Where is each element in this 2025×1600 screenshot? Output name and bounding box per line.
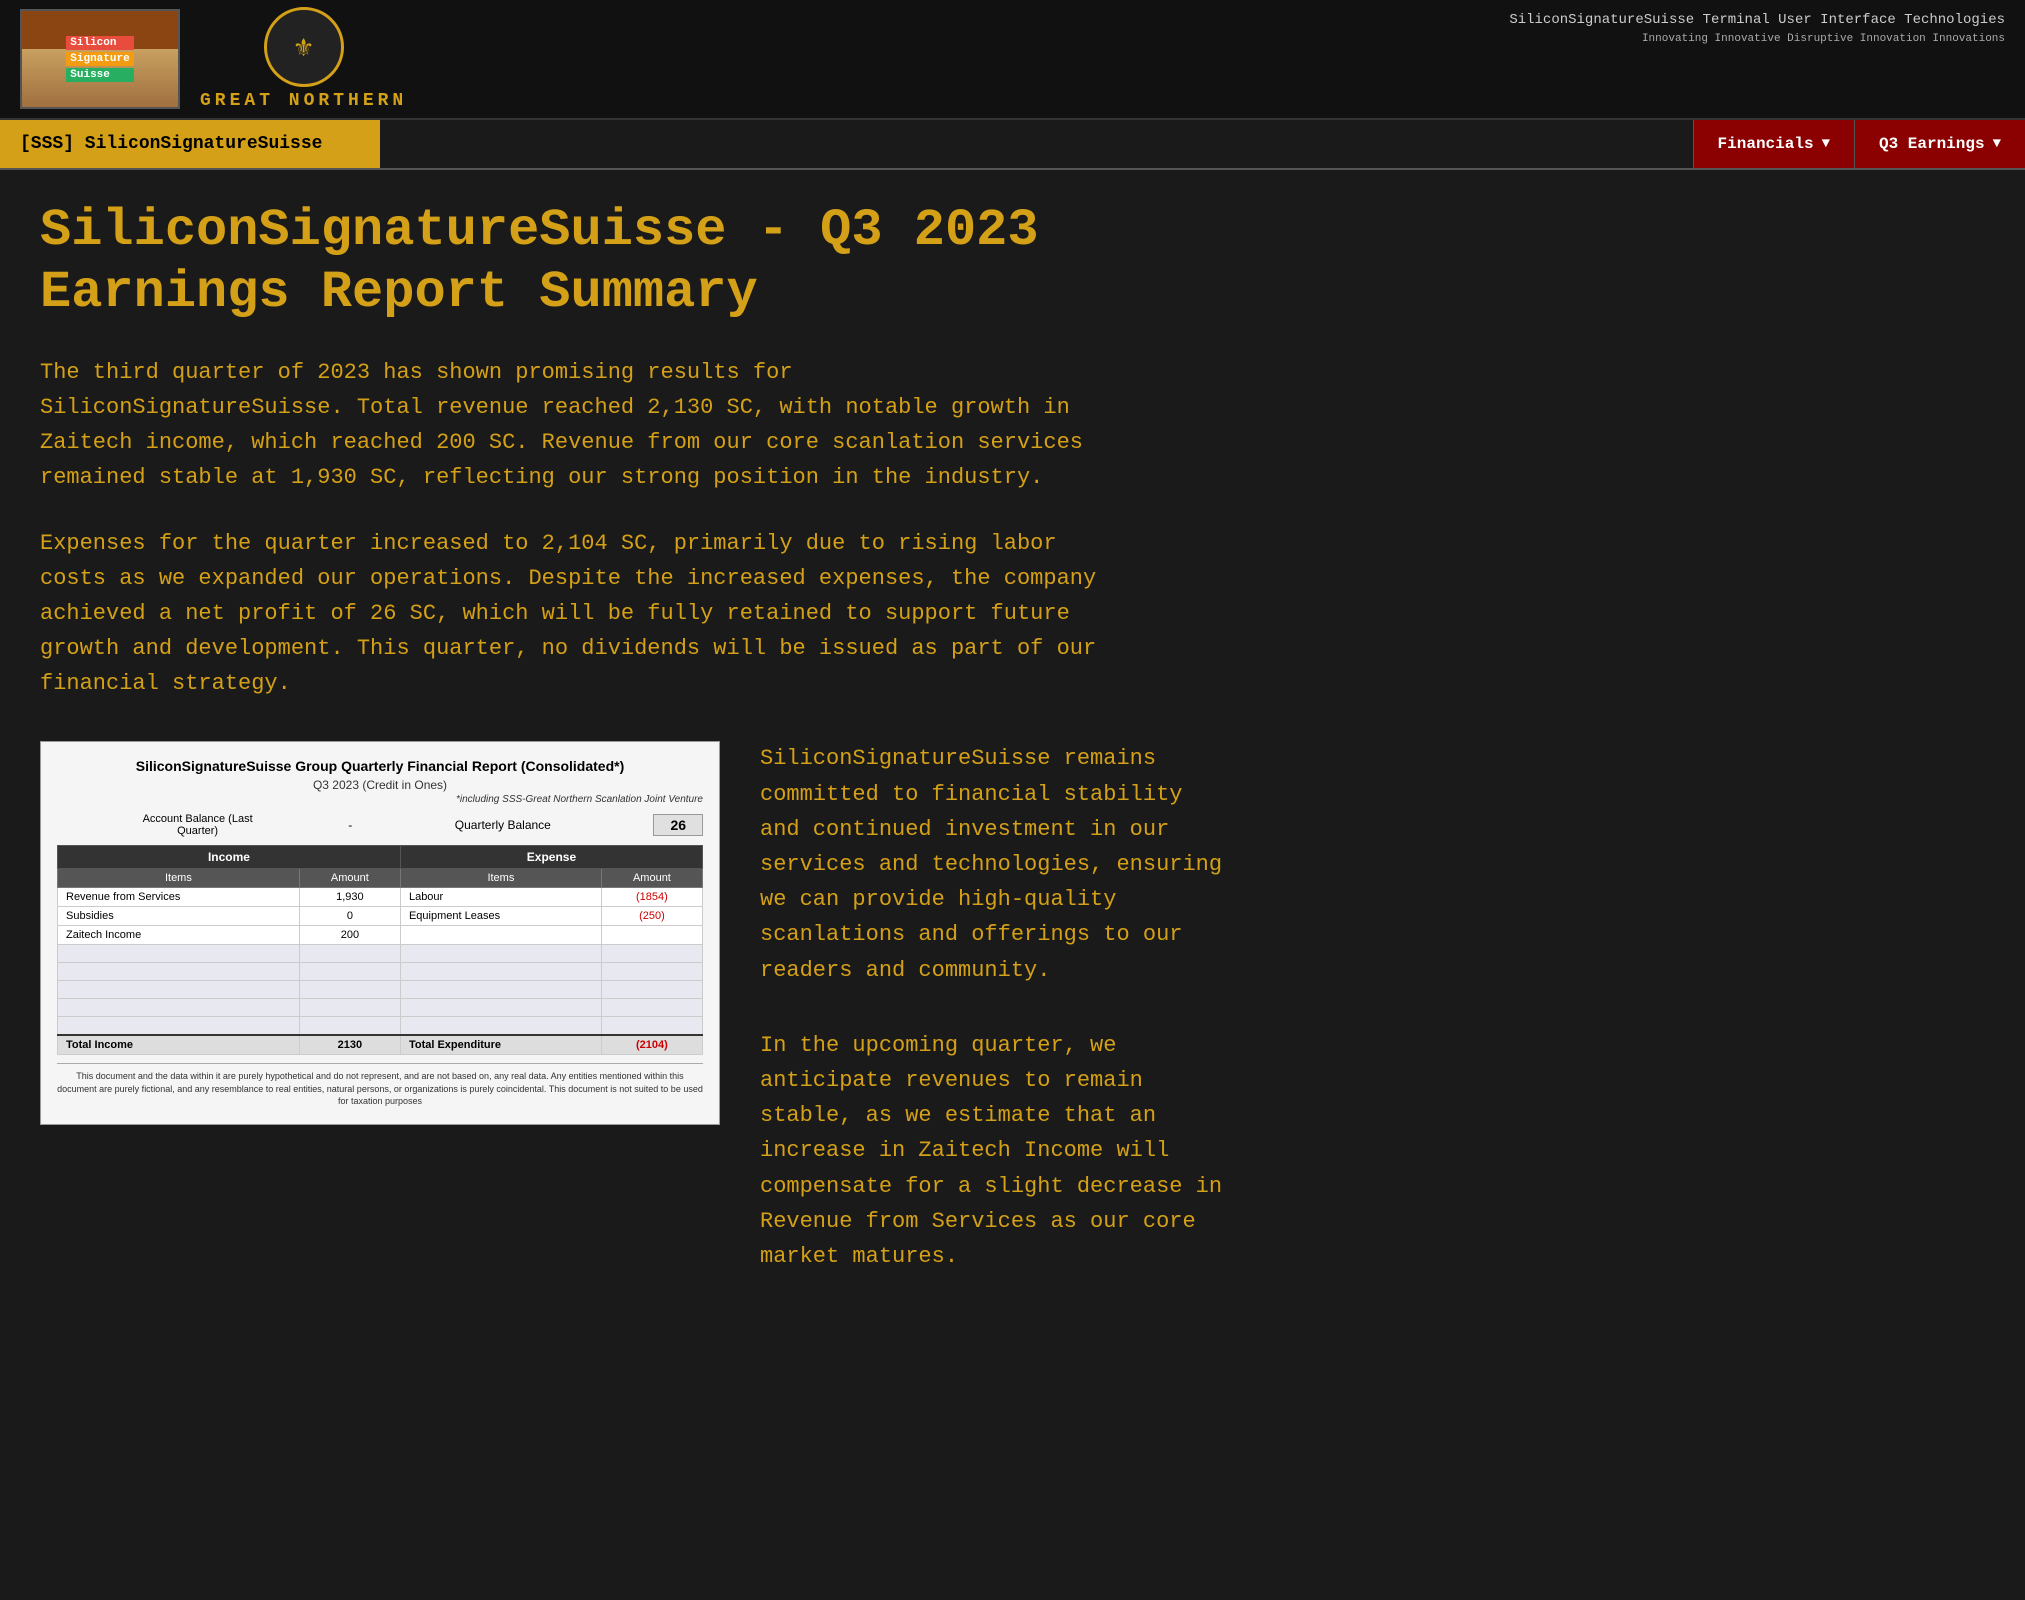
table-title: SiliconSignatureSuisse Group Quarterly F…	[57, 758, 703, 774]
q3-arrow: ▼	[1993, 136, 2001, 152]
income-item-1: Revenue from Services	[58, 888, 300, 907]
table-subtitle2: *including SSS-Great Northern Scanlation…	[57, 794, 703, 805]
q3-label: Q3 Earnings	[1879, 135, 1985, 153]
logo-area: Silicon Signature Suisse ⚜ GREAT NORTHER…	[20, 7, 407, 111]
expense-amount-empty3	[601, 981, 702, 999]
nav-brand: [SSS] SiliconSignatureSuisse	[0, 120, 380, 168]
income-item-empty5	[58, 1017, 300, 1035]
expense-header: Expense	[400, 846, 702, 869]
table-row-empty	[58, 963, 703, 981]
income-amount-empty4	[299, 999, 400, 1017]
q3-earnings-dropdown[interactable]: Q3 Earnings ▼	[1854, 120, 2025, 168]
table-row-empty	[58, 981, 703, 999]
income-amount-empty5	[299, 1017, 400, 1035]
stability-paragraph: SiliconSignatureSuisse remains committed…	[760, 741, 1985, 987]
terminal-line: SiliconSignatureSuisse Terminal User Int…	[1509, 10, 2005, 31]
table-row-empty	[58, 945, 703, 963]
income-item-empty4	[58, 999, 300, 1017]
income-item-empty2	[58, 963, 300, 981]
two-column-layout: SiliconSignatureSuisse Group Quarterly F…	[40, 741, 1985, 1274]
expense-amount-empty1	[601, 945, 702, 963]
nav-bar: [SSS] SiliconSignatureSuisse Financials …	[0, 120, 2025, 170]
quarterly-balance-value: 26	[653, 814, 703, 836]
terminal-sub: Innovating Innovative Disruptive Innovat…	[1509, 31, 2005, 48]
expense-item-empty2	[400, 963, 601, 981]
expense-item-empty4	[400, 999, 601, 1017]
financials-dropdown[interactable]: Financials ▼	[1693, 120, 1854, 168]
income-amount-col: Amount	[299, 869, 400, 888]
expense-item-empty1	[400, 945, 601, 963]
expense-items-col: Items	[400, 869, 601, 888]
income-item-empty1	[58, 945, 300, 963]
table-row: Revenue from Services 1,930 Labour (1854…	[58, 888, 703, 907]
right-column: SiliconSignatureSuisse remains committed…	[760, 741, 1985, 1274]
title-line2: Earnings Report Summary	[40, 262, 1985, 324]
expense-item-1: Labour	[400, 888, 601, 907]
main-content: SiliconSignatureSuisse - Q3 2023 Earning…	[0, 170, 2025, 1304]
expenses-paragraph: Expenses for the quarter increased to 2,…	[40, 526, 1985, 702]
acct-balance-label: Account Balance (LastQuarter)	[57, 813, 338, 837]
expense-amount-empty4	[601, 999, 702, 1017]
great-northern-logo: ⚜ GREAT NORTHERN	[200, 7, 407, 111]
expense-item-3	[400, 926, 601, 945]
expense-amount-col: Amount	[601, 869, 702, 888]
income-amount-empty3	[299, 981, 400, 999]
sss-logo-line1: Silicon	[66, 36, 133, 50]
total-expense-value: (2104)	[601, 1035, 702, 1055]
table-disclaimer: This document and the data within it are…	[57, 1063, 703, 1108]
sss-logo-line3: Suisse	[66, 68, 133, 82]
financials-label: Financials	[1718, 135, 1814, 153]
gn-icon: ⚜	[295, 30, 312, 65]
total-income-value: 2130	[299, 1035, 400, 1055]
income-item-2: Subsidies	[58, 907, 300, 926]
sss-logo: Silicon Signature Suisse	[20, 9, 180, 109]
intro-paragraph: The third quarter of 2023 has shown prom…	[40, 355, 1985, 496]
income-amount-3: 200	[299, 926, 400, 945]
table-total-row: Total Income 2130 Total Expenditure (210…	[58, 1035, 703, 1055]
expense-item-empty3	[400, 981, 601, 999]
income-item-3: Zaitech Income	[58, 926, 300, 945]
income-amount-empty2	[299, 963, 400, 981]
income-items-col: Items	[58, 869, 300, 888]
table-top-row: Account Balance (LastQuarter) - Quarterl…	[57, 813, 703, 837]
expense-amount-1: (1854)	[601, 888, 702, 907]
table-subtitle: Q3 2023 (Credit in Ones)	[57, 778, 703, 792]
gn-emblem: ⚜	[264, 7, 344, 87]
page-header: Silicon Signature Suisse ⚜ GREAT NORTHER…	[0, 0, 2025, 120]
income-item-empty3	[58, 981, 300, 999]
financial-table-container: SiliconSignatureSuisse Group Quarterly F…	[40, 741, 720, 1124]
table-row: Zaitech Income 200	[58, 926, 703, 945]
table-row: Subsidies 0 Equipment Leases (250)	[58, 907, 703, 926]
expense-item-2: Equipment Leases	[400, 907, 601, 926]
gn-title: GREAT NORTHERN	[200, 91, 407, 111]
income-amount-1: 1,930	[299, 888, 400, 907]
total-income-label: Total Income	[58, 1035, 300, 1055]
expense-amount-empty5	[601, 1017, 702, 1035]
dash: -	[348, 818, 352, 832]
title-line1: SiliconSignatureSuisse - Q3 2023	[40, 200, 1985, 262]
total-expense-label: Total Expenditure	[400, 1035, 601, 1055]
quarterly-balance-label: Quarterly Balance	[362, 818, 643, 832]
expense-item-empty5	[400, 1017, 601, 1035]
table-row-empty	[58, 999, 703, 1017]
page-title: SiliconSignatureSuisse - Q3 2023 Earning…	[40, 200, 1985, 325]
sss-logo-line2: Signature	[66, 52, 133, 66]
table-row-empty	[58, 1017, 703, 1035]
income-header: Income	[58, 846, 401, 869]
expense-amount-2: (250)	[601, 907, 702, 926]
financials-arrow: ▼	[1822, 136, 1830, 152]
forecast-paragraph: In the upcoming quarter, we anticipate r…	[760, 1028, 1985, 1274]
income-amount-2: 0	[299, 907, 400, 926]
income-amount-empty1	[299, 945, 400, 963]
expense-amount-3	[601, 926, 702, 945]
financial-table: Income Expense Items Amount Items Amount…	[57, 845, 703, 1055]
header-terminal-info: SiliconSignatureSuisse Terminal User Int…	[1509, 10, 2005, 48]
expense-amount-empty2	[601, 963, 702, 981]
